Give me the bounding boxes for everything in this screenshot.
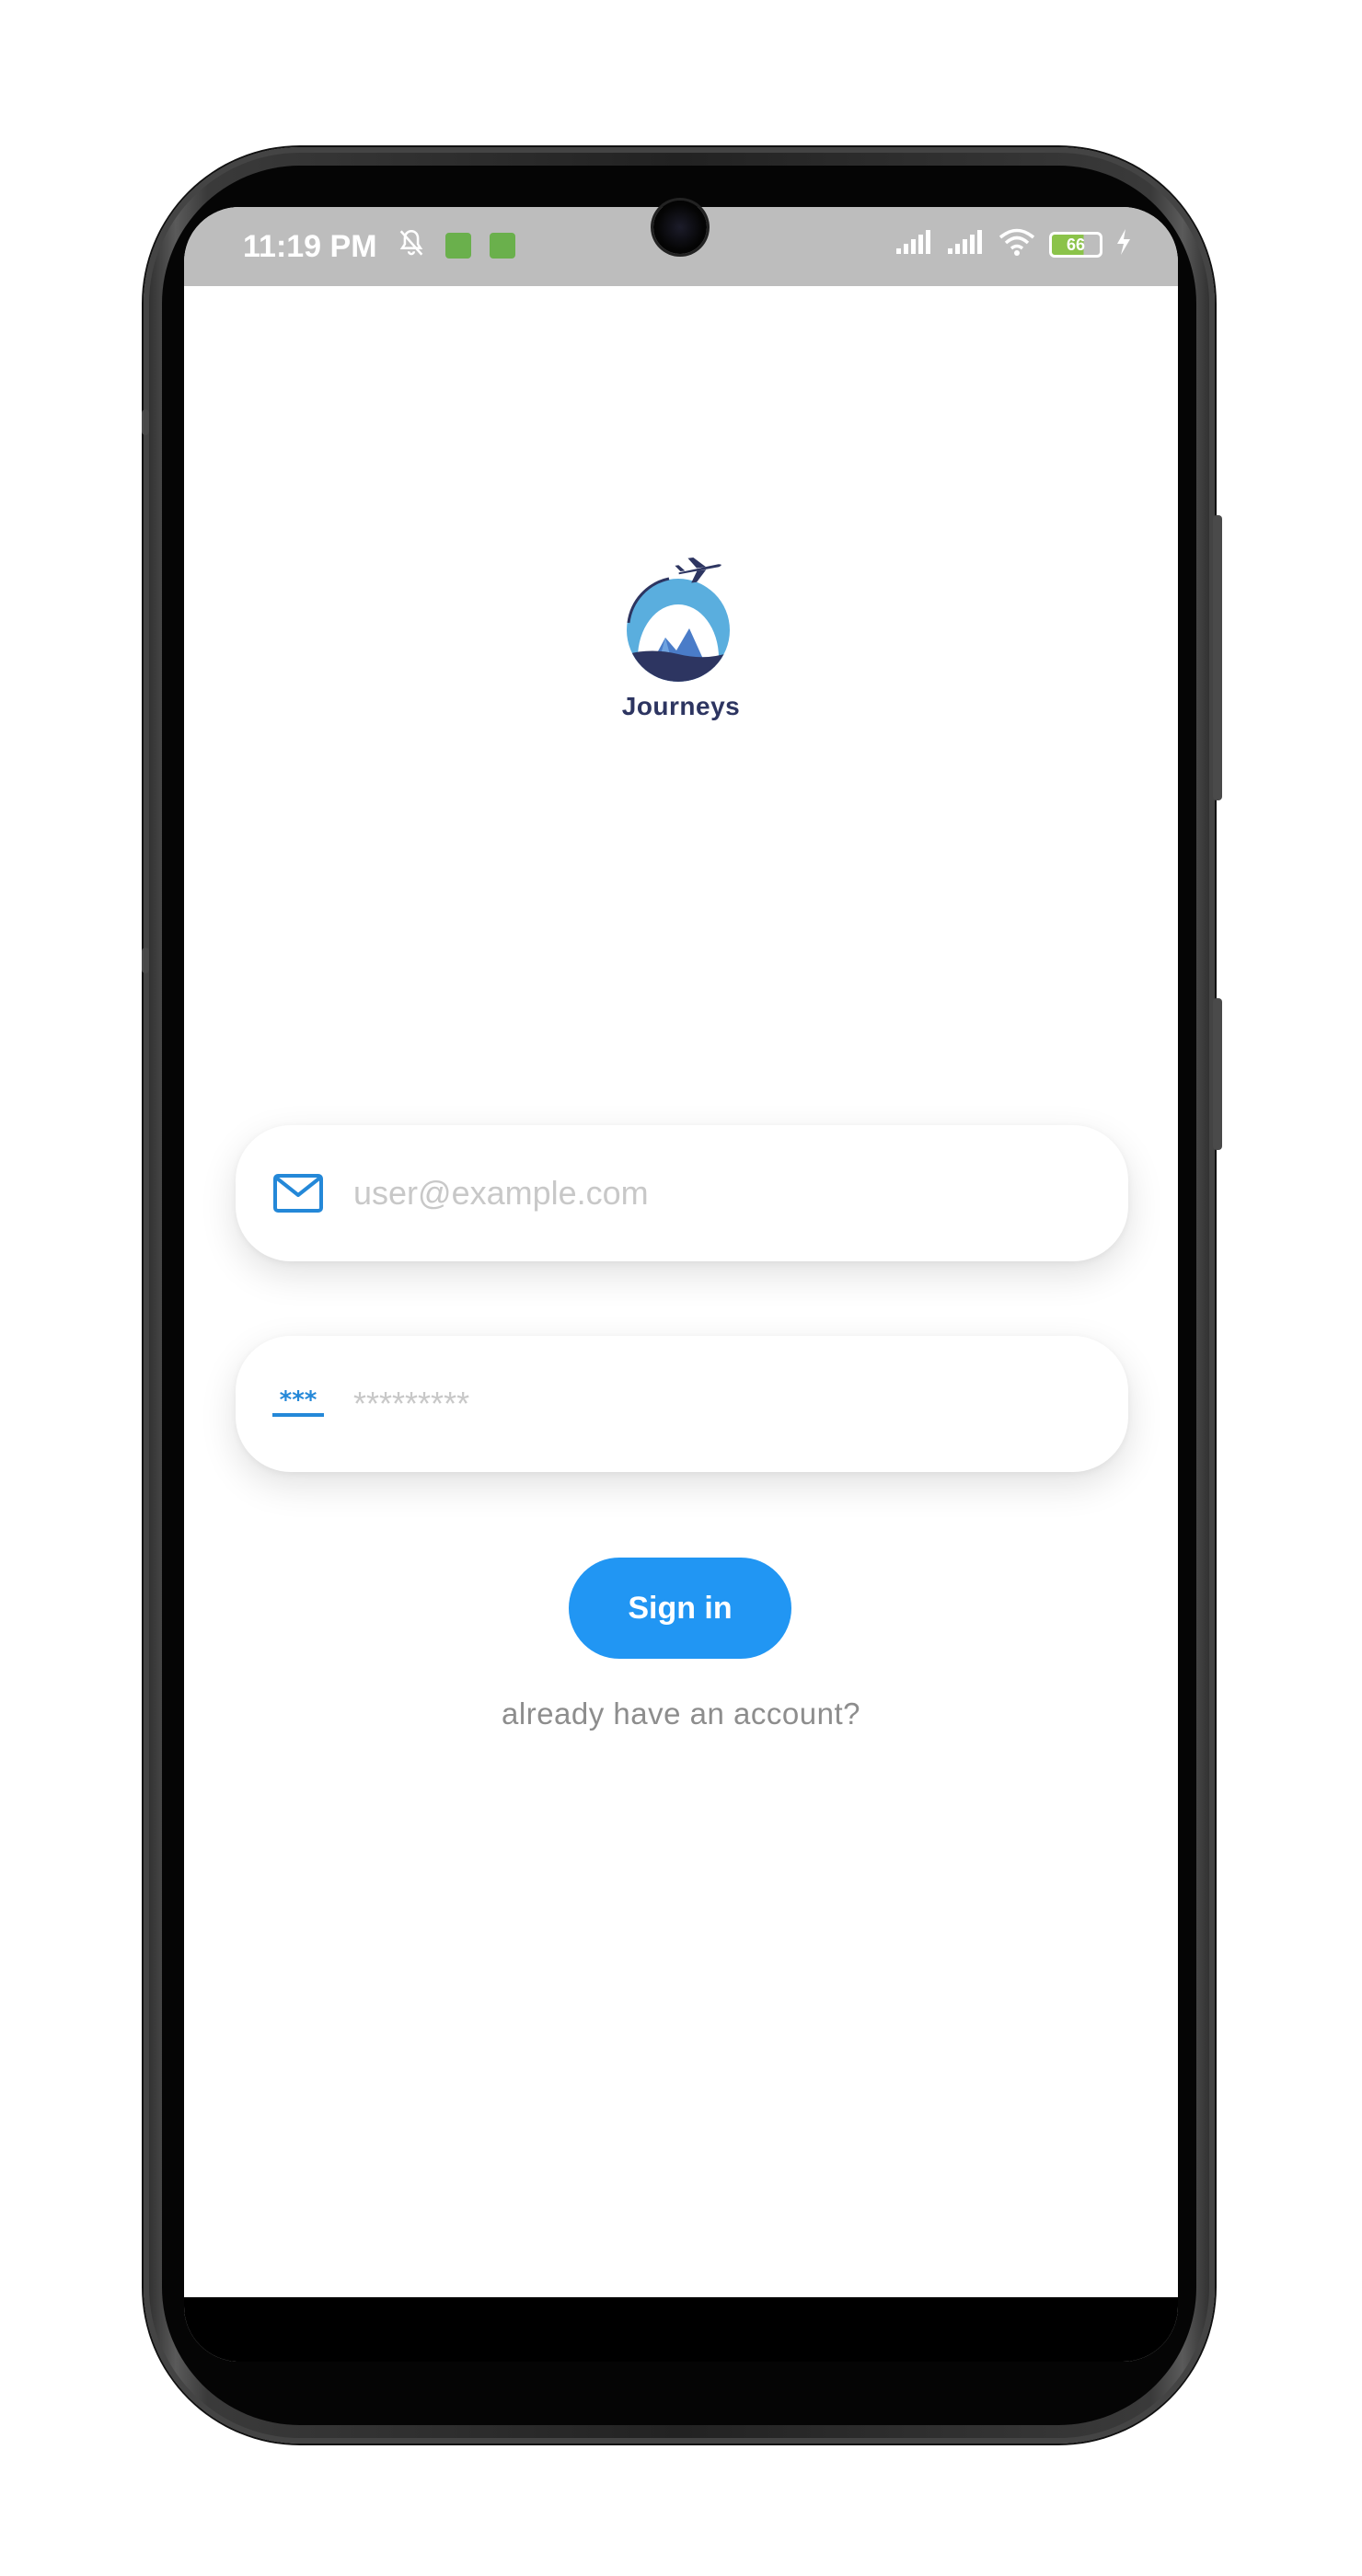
bottom-bezel	[184, 2297, 1178, 2362]
signal-icon	[895, 228, 933, 260]
already-have-account-link[interactable]: already have an account?	[184, 1696, 1178, 1731]
app-logo: Journeys	[184, 547, 1178, 721]
charging-icon	[1115, 228, 1132, 260]
password-field[interactable]: ***	[236, 1336, 1128, 1472]
app-notification-icon	[445, 232, 471, 259]
phone-left-button-bottom	[142, 948, 149, 973]
app-screen: 11:19 PM 66 Journeys user@example.com **…	[184, 207, 1178, 2362]
app-notification-icon	[490, 232, 515, 259]
status-time: 11:19 PM	[243, 229, 377, 264]
email-field[interactable]	[236, 1125, 1128, 1261]
email-input[interactable]	[352, 1173, 1128, 1213]
status-system-icons: 66	[895, 227, 1132, 261]
phone-left-button-top	[142, 409, 149, 435]
battery-icon: 66	[1049, 231, 1102, 258]
wifi-icon	[998, 227, 1036, 261]
page: 11:19 PM 66 Journeys user@example.com **…	[0, 0, 1362, 2576]
signal-icon	[946, 228, 985, 260]
password-asterisk-icon: ***	[271, 1386, 326, 1422]
journeys-logo-icon	[612, 557, 750, 689]
sign-in-button[interactable]: Sign in	[569, 1558, 791, 1659]
password-input[interactable]	[352, 1384, 1128, 1424]
mail-icon	[271, 1173, 326, 1213]
muted-bell-icon	[396, 227, 427, 263]
phone-power-button	[1213, 998, 1222, 1150]
status-notifications	[396, 227, 515, 263]
svg-text:***: ***	[280, 1386, 317, 1414]
phone-volume-button	[1213, 515, 1222, 800]
front-camera	[653, 201, 707, 254]
app-name: Journeys	[621, 692, 741, 720]
